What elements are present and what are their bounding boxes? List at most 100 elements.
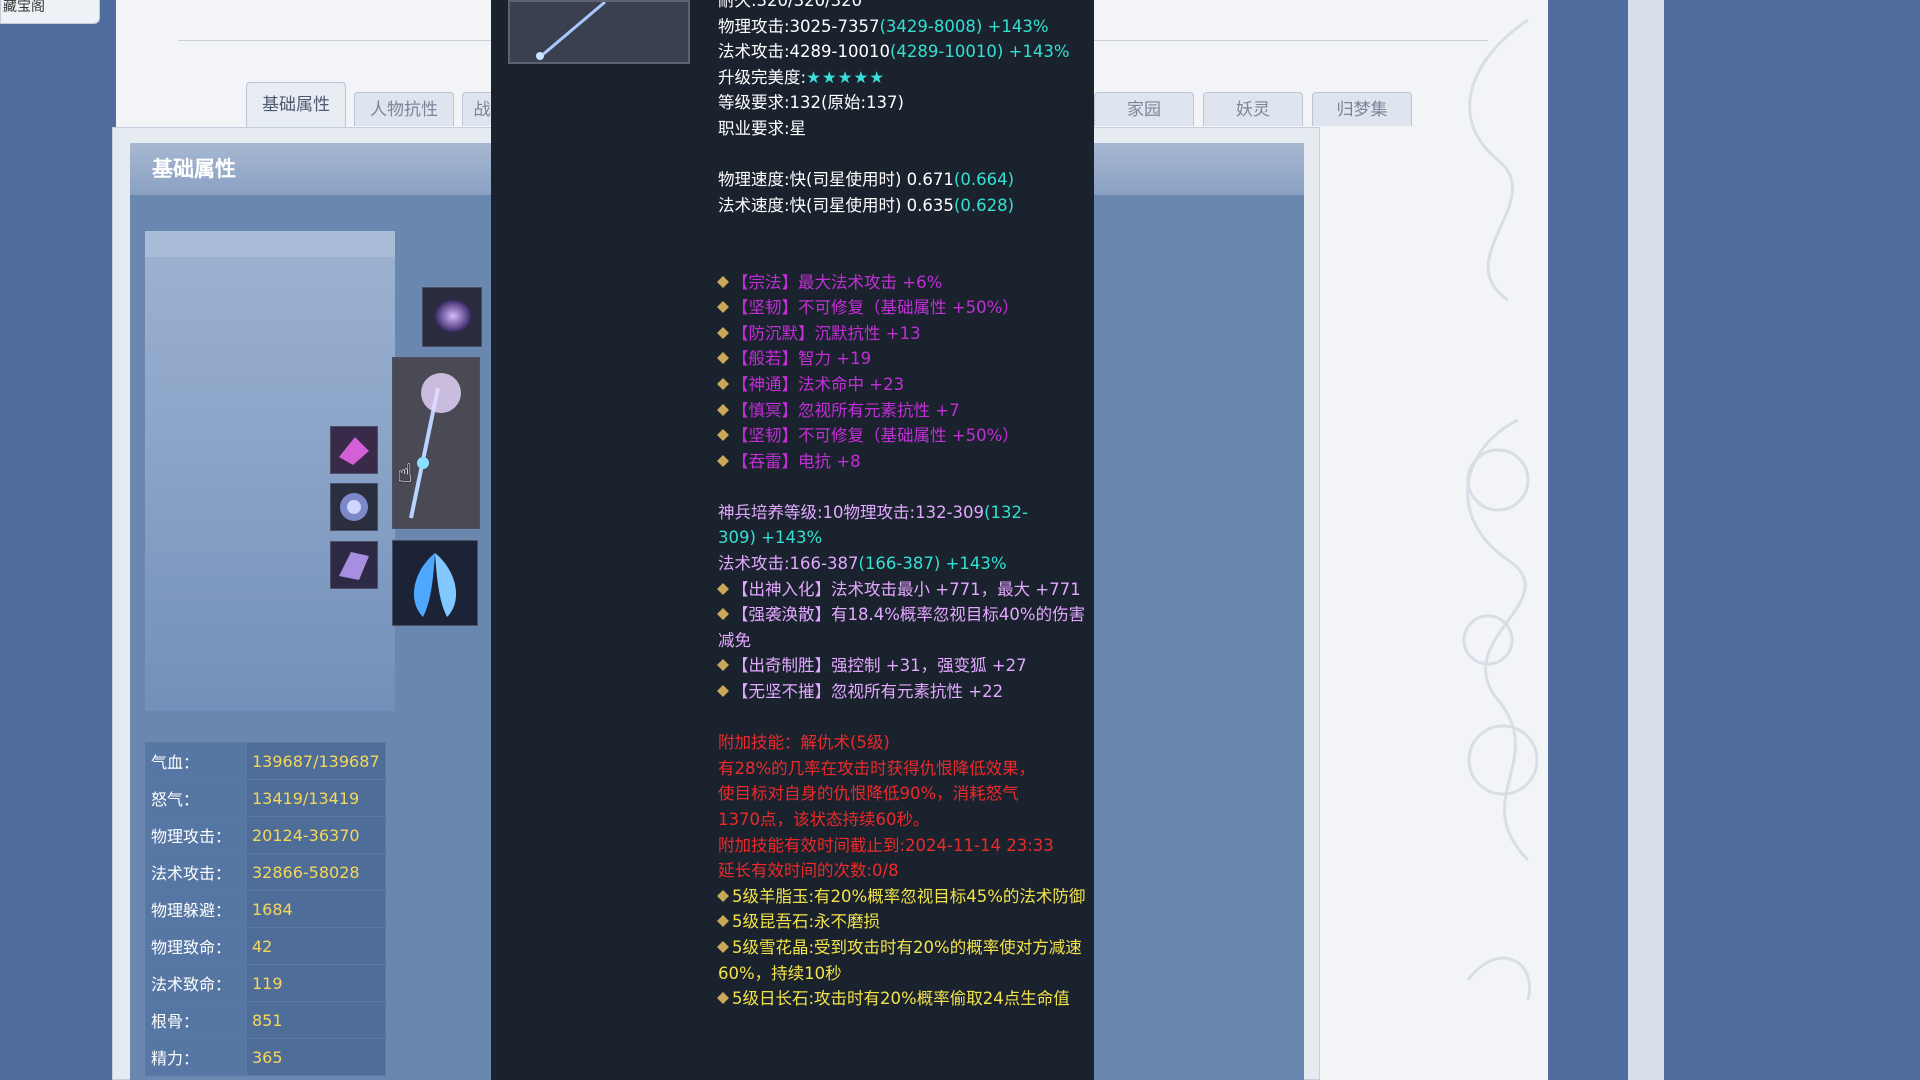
tab-dream-collection[interactable]: 归梦集	[1312, 92, 1412, 126]
bullet-icon	[716, 403, 730, 416]
gem-attribute: 5级雪花晶:受到攻击时有20%的概率使对方减速60%，持续10秒	[716, 937, 1082, 983]
skill-line: 延长有效时间的次数:0/8	[718, 861, 899, 881]
lilac-attribute: 【强袭涣散】有18.4%概率忽视目标40%的伤害减免	[716, 605, 1086, 650]
mag-attack-line: 法术攻击:4289-10010(4289-10010) +143%	[718, 42, 1070, 62]
stat-value: 20124-36370	[246, 816, 386, 854]
bullet-icon	[716, 992, 730, 1005]
bullet-icon	[716, 275, 730, 288]
mag-speed-line: 法术速度:快(司星使用时) 0.635(0.628)	[718, 195, 1015, 215]
bullet-icon	[716, 940, 730, 953]
stat-label: 精力：	[145, 1038, 247, 1076]
level-requirement: 等级要求:132(原始:137)	[718, 93, 904, 113]
equipment-slot-2[interactable]	[330, 483, 378, 531]
shenbing-line: 309) +143%	[718, 528, 823, 548]
skill-line: 1370点，该状态持续60秒。	[718, 810, 930, 829]
shenbing-mag-line: 法术攻击:166-387(166-387) +143%	[718, 554, 1007, 574]
bullet-icon	[716, 889, 730, 902]
bullet-icon	[716, 915, 730, 928]
right-scroll-area	[1628, 0, 1664, 1080]
stat-value: 851	[246, 1001, 386, 1039]
hand-cursor-icon: ☝	[397, 459, 413, 489]
tab-spirit[interactable]: 妖灵	[1203, 92, 1303, 126]
phys-attack-line: 物理攻击:3025-7357(3429-8008) +143%	[718, 16, 1049, 36]
stats-table: 气血： 139687/139687 怒气： 13419/13419 物理攻击： 201…	[145, 742, 386, 1076]
item-preview-image	[508, 0, 690, 64]
item-tooltip: 耐久:320/320/320 物理攻击:3025-7357(3429-8008)…	[491, 0, 1094, 1080]
purple-attribute: 【神通】法术命中 +23	[716, 372, 1088, 398]
staff-preview-icon	[536, 0, 606, 60]
equipment-slot-1[interactable]	[330, 426, 378, 474]
tooltip-text: 耐久:320/320/320 物理攻击:3025-7357(3429-8008)…	[716, 0, 1088, 1012]
stat-value: 13419/13419	[246, 779, 386, 817]
tab-character-resistance[interactable]: 人物抗性	[354, 92, 454, 126]
stat-label: 物理躲避：	[145, 890, 247, 928]
stat-label: 法术攻击：	[145, 853, 247, 891]
bullet-icon	[716, 608, 730, 621]
equipment-slot-weapon[interactable]	[392, 357, 480, 529]
lilac-attribute: 【出神入化】法术攻击最小 +771，最大 +771	[716, 577, 1088, 603]
upgrade-line: 升级完美度:★★★★★	[718, 67, 886, 87]
purple-attribute: 【坚韧】不可修复（基础属性 +50%）	[716, 295, 1088, 321]
stat-label: 根骨：	[145, 1001, 247, 1039]
purple-attribute: 【吞雷】电抗 +8	[716, 449, 1088, 475]
table-row: 物理致命： 42	[145, 927, 386, 965]
wings-icon	[393, 541, 477, 625]
stat-value: 365	[246, 1038, 386, 1076]
bullet-icon	[716, 582, 730, 595]
stat-label: 气血：	[145, 742, 247, 780]
skill-line: 使目标对自身的仇恨降低90%，消耗怒气	[718, 784, 1019, 804]
bullet-icon	[716, 377, 730, 390]
table-row: 物理攻击： 20124-36370	[145, 816, 386, 854]
stat-value: 42	[246, 927, 386, 965]
equipment-slot-amulet[interactable]	[422, 287, 482, 347]
table-row: 根骨： 851	[145, 1001, 386, 1039]
gem-attribute: 5级羊脂玉:有20%概率忽视目标45%的法术防御	[716, 884, 1088, 910]
purple-attribute: 【慎冥】忽视所有元素抗性 +7	[716, 398, 1088, 424]
gem-attribute: 5级昆吾石:永不磨损	[716, 909, 1088, 935]
durability-line: 耐久:320/320/320	[718, 0, 863, 10]
gem-attribute: 5级日长石:攻击时有20%概率偷取24点生命值	[716, 986, 1088, 1012]
corner-tab[interactable]: 藏宝阁	[0, 0, 100, 24]
amulet-icon	[423, 288, 481, 346]
armor-icon	[331, 484, 377, 530]
table-row: 气血： 139687/139687	[145, 742, 386, 780]
tab-basic-attributes[interactable]: 基础属性	[246, 82, 346, 128]
stat-label: 怒气：	[145, 779, 247, 817]
star-rating-icon: ★★★★★	[806, 67, 886, 87]
class-requirement: 职业要求:星	[718, 118, 807, 138]
table-row: 物理躲避： 1684	[145, 890, 386, 928]
stat-label: 物理致命：	[145, 927, 247, 965]
purple-attribute: 【坚韧】不可修复（基础属性 +50%）	[716, 423, 1088, 449]
stat-label: 法术致命：	[145, 964, 247, 1002]
table-row: 法术攻击： 32866-58028	[145, 853, 386, 891]
stat-value: 139687/139687	[246, 742, 386, 780]
bullet-icon	[716, 454, 730, 467]
gem-icon	[331, 427, 377, 473]
staff-weapon-icon	[393, 358, 479, 528]
bullet-icon	[716, 352, 730, 365]
shenbing-line: 神兵培养等级:10物理攻击:132-309(132-	[718, 502, 1028, 522]
skill-line: 有28%的几率在攻击时获得仇恨降低效果，	[718, 758, 1036, 778]
bullet-icon	[716, 326, 730, 339]
skill-line: 附加技能有效时间截止到:2024-11-14 23:33	[718, 835, 1054, 855]
bullet-icon	[716, 429, 730, 442]
bullet-icon	[716, 301, 730, 314]
equipment-slot-wings[interactable]	[392, 540, 478, 626]
table-row: 法术致命： 119	[145, 964, 386, 1002]
table-row: 精力： 365	[145, 1038, 386, 1076]
lilac-attribute: 【无坚不摧】忽视所有元素抗性 +22	[716, 679, 1088, 705]
purple-attribute: 【宗法】最大法术攻击 +6%	[716, 270, 1088, 296]
stat-value: 1684	[246, 890, 386, 928]
stat-label: 物理攻击：	[145, 816, 247, 854]
cloud-decoration-icon	[1462, 18, 1539, 1001]
table-row: 怒气： 13419/13419	[145, 779, 386, 817]
tab-home[interactable]: 家园	[1094, 92, 1194, 126]
phys-speed-line: 物理速度:快(司星使用时) 0.671(0.664)	[718, 170, 1015, 190]
equipment-slot-3[interactable]	[330, 541, 378, 589]
skill-line: 附加技能：解仇术(5级)	[718, 733, 890, 753]
purple-attribute: 【防沉默】沉默抗性 +13	[716, 321, 1088, 347]
lilac-attribute: 【出奇制胜】强控制 +31，强变狐 +27	[716, 653, 1088, 679]
bullet-icon	[716, 659, 730, 672]
purple-attribute: 【般若】智力 +19	[716, 346, 1088, 372]
bracer-icon	[331, 542, 377, 588]
